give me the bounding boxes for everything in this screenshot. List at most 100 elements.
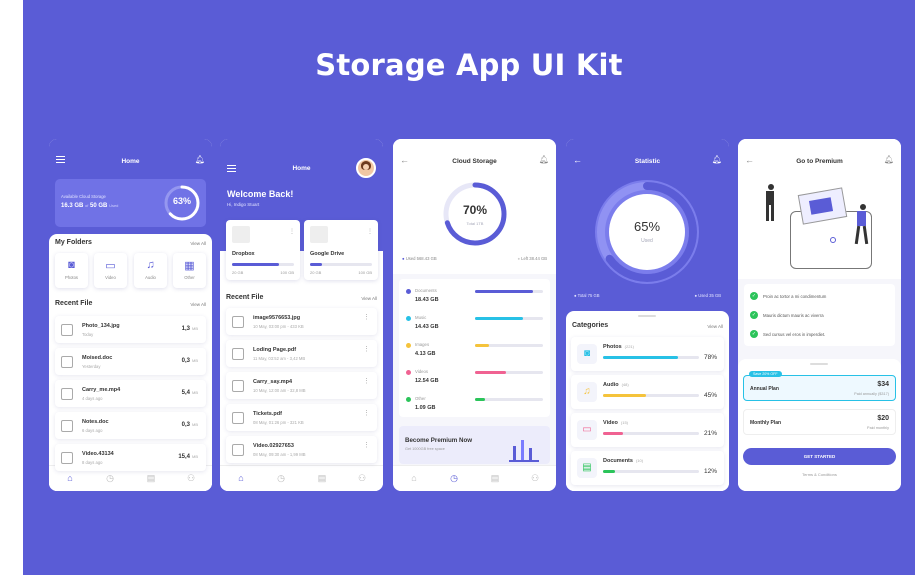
category-bar-fill — [603, 470, 615, 473]
drive-card-dropbox[interactable]: ⋮ Dropbox 20 GB 100 GB — [226, 220, 300, 280]
file-meta: 08 May, 01:26 pm - 321 KB — [253, 420, 304, 425]
home-icon[interactable]: ⌂ — [235, 473, 247, 485]
drive-bar — [232, 263, 294, 266]
file-name: Tickets.pdf — [253, 411, 282, 417]
folder-audio[interactable]: ♫ Audio — [134, 253, 167, 288]
file-name: Carry_me.mp4 — [82, 387, 121, 393]
clock-icon[interactable]: ◷ — [275, 473, 287, 485]
home-icon[interactable]: ⌂ — [408, 473, 420, 485]
folder-other[interactable]: ▦ Other — [173, 253, 206, 288]
category-size: 14.43 GB — [415, 324, 439, 330]
card-menu-icon[interactable]: ⋮ — [367, 228, 373, 235]
more-menu-icon[interactable]: ⋮ — [363, 442, 370, 449]
user-icon[interactable]: ⚇ — [185, 473, 197, 485]
folders-view-all[interactable]: View All — [190, 241, 206, 246]
storage-summary: 16.3 GB of 50 GB Used — [61, 203, 118, 209]
storage-label: Available Cloud Storage — [61, 194, 106, 199]
feature-text: Sed cursus vel eros in imperdiet. — [763, 331, 826, 337]
plan-monthly[interactable]: Monthly Plan $20 Paid monthly — [743, 409, 896, 435]
category-size: 12.54 GB — [415, 378, 439, 384]
clock-icon[interactable]: ◷ — [448, 473, 460, 485]
statistic-percent: 65% — [633, 219, 661, 234]
drive-card-google[interactable]: ⋮ Google Drive 20 GB 100 GB — [304, 220, 378, 280]
categories-view-all[interactable]: View All — [707, 324, 723, 329]
file-date: 6 days ago — [82, 428, 103, 433]
file-row[interactable]: Photo_134.jpg Today 1,3 MB — [55, 316, 206, 343]
file-size-unit: MB — [192, 390, 198, 395]
video-icon: ▭ — [105, 260, 116, 272]
more-menu-icon[interactable]: ⋮ — [363, 314, 370, 321]
plan-price: $20 — [877, 415, 889, 422]
user-icon[interactable]: ⚇ — [356, 473, 368, 485]
file-date: Yesterday — [82, 364, 101, 369]
file-meta: 08 May, 09:30 am - 1,99 MB — [253, 452, 306, 457]
category-name: Music — [415, 315, 427, 320]
clock-icon[interactable]: ◷ — [104, 473, 116, 485]
file-row[interactable]: Loding Page.pdf 11 May, 03:52 am - 3,42 M… — [226, 340, 377, 367]
category-bar — [603, 432, 699, 435]
get-started-button[interactable]: GET STARTED — [743, 448, 896, 465]
category-row[interactable]: ◙ Photos (221) 78% — [571, 337, 724, 371]
more-menu-icon[interactable]: ⋮ — [363, 378, 370, 385]
user-icon[interactable]: ⚇ — [529, 473, 541, 485]
total-legend: ● Total 75 GB — [574, 293, 600, 298]
recent-view-all[interactable]: View All — [190, 302, 206, 307]
category-bar — [475, 371, 543, 374]
used-legend: ● Used 568.43 GB — [402, 256, 437, 261]
file-row[interactable]: Moised.doc Yesterday 0,3 MB — [55, 348, 206, 375]
category-row[interactable]: ♫ Audio (48) 45% — [571, 375, 724, 409]
avatar[interactable] — [356, 158, 376, 178]
category-dot — [406, 370, 411, 375]
category-row[interactable]: ▤ Documents (10) 12% — [571, 451, 724, 485]
drive-name: Google Drive — [310, 251, 345, 257]
category-row[interactable]: ▭ Video (15) 21% — [571, 413, 724, 447]
file-icon — [61, 324, 73, 336]
used-legend: ● Used 35 GB — [694, 293, 721, 298]
category-title: Photos (221) — [603, 344, 634, 350]
bell-icon[interactable]: 🔔︎ — [539, 155, 549, 164]
drag-handle[interactable] — [810, 363, 828, 365]
document-icon[interactable]: ▤ — [316, 473, 328, 485]
category-percent: 45% — [703, 392, 717, 399]
category-title: Audio (48) — [603, 382, 629, 388]
premium-illustration — [760, 179, 880, 274]
premium-banner[interactable]: Become Premium Now Get 1000GB free space — [399, 426, 550, 464]
used-amount: 16.3 GB — [61, 203, 84, 209]
used-text: Used 568.43 GB — [405, 256, 437, 261]
file-row[interactable]: Notes.doc 6 days ago 0,3 MB — [55, 412, 206, 439]
more-menu-icon[interactable]: ⋮ — [363, 346, 370, 353]
document-icon[interactable]: ▤ — [489, 473, 501, 485]
file-size-unit: MB — [192, 422, 198, 427]
file-row[interactable]: image9576653.jpg 10 May, 03:00 pm - 433 K… — [226, 308, 377, 335]
file-size: 5,4 MB — [182, 390, 198, 396]
of-label: of — [85, 203, 89, 208]
bell-icon[interactable]: 🔔︎ — [712, 155, 722, 164]
recent-view-all[interactable]: View All — [361, 296, 377, 301]
drag-handle[interactable] — [638, 315, 656, 317]
file-row[interactable]: Carry_say.mp4 10 May, 12:00 am - 32,8 MB ⋮ — [226, 372, 377, 399]
file-row[interactable]: Carry_me.mp4 4 days ago 5,4 MB — [55, 380, 206, 407]
bell-icon[interactable]: 🔔︎ — [195, 155, 205, 164]
file-row[interactable]: Tickets.pdf 08 May, 01:26 pm - 321 KB ⋮ — [226, 404, 377, 431]
file-size-value: 15,4 — [178, 454, 190, 460]
folder-video[interactable]: ▭ Video — [94, 253, 127, 288]
storage-total: Total 1TB — [466, 221, 484, 226]
category-bar — [475, 344, 543, 347]
page-title: Home — [121, 158, 140, 165]
more-menu-icon[interactable]: ⋮ — [363, 410, 370, 417]
document-icon[interactable]: ▤ — [145, 473, 157, 485]
plan-annual[interactable]: Annual Plan $34 Paid annually ($317) — [743, 375, 896, 401]
file-row[interactable]: Video.43134 8 days ago 15,4 MB — [55, 444, 206, 471]
home-icon[interactable]: ⌂ — [64, 473, 76, 485]
terms-link[interactable]: Terms & Conditions — [738, 472, 901, 477]
card-menu-icon[interactable]: ⋮ — [289, 228, 295, 235]
file-date: Today — [82, 332, 94, 337]
bell-icon[interactable]: 🔔︎ — [884, 155, 894, 164]
total-amount: 50 GB — [90, 203, 108, 209]
file-row[interactable]: Video.02927653 08 May, 09:30 am - 1,99 MB… — [226, 436, 377, 463]
file-size: 15,4 MB — [178, 454, 198, 460]
file-size-unit: MB — [192, 326, 198, 331]
category-size: 18.43 GB — [415, 297, 439, 303]
folder-photos[interactable]: ◙ Photos — [55, 253, 88, 288]
category-bar — [603, 470, 699, 473]
